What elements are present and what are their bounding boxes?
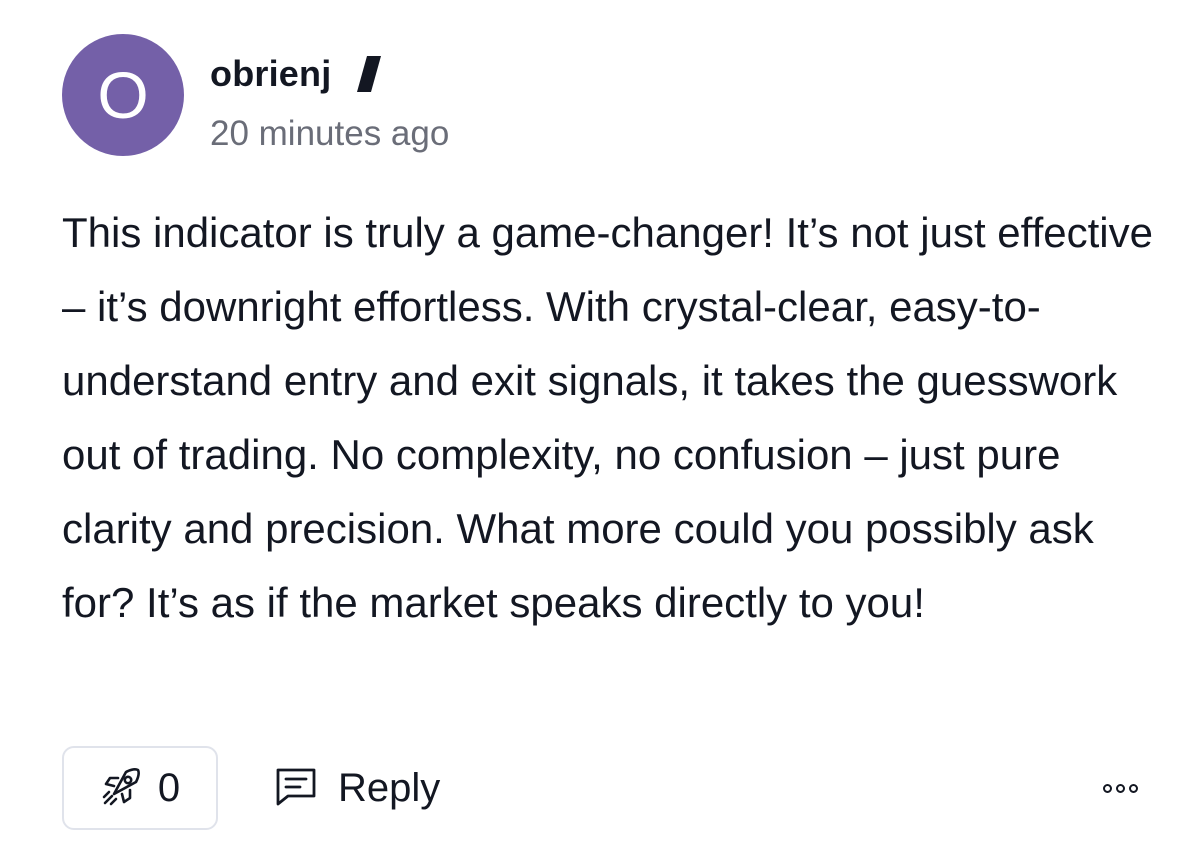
comment-actions: 0 Reply <box>62 746 1138 830</box>
rocket-icon <box>100 764 144 813</box>
more-dots-icon <box>1116 783 1125 793</box>
more-dots-icon <box>1103 783 1112 793</box>
avatar-letter: O <box>97 58 149 132</box>
reply-button[interactable]: Reply <box>272 764 440 813</box>
comment-body: This indicator is truly a game-changer! … <box>62 209 1153 626</box>
username-row: obrienj <box>210 52 449 96</box>
comment-meta: obrienj 20 minutes ago <box>210 34 449 154</box>
comment-header: O obrienj 20 minutes ago <box>62 34 449 156</box>
pencil-stroke-badge-icon <box>355 54 383 94</box>
username[interactable]: obrienj <box>210 53 331 95</box>
boost-count: 0 <box>157 765 181 810</box>
reply-label: Reply <box>338 765 441 810</box>
boost-button[interactable]: 0 <box>62 746 218 830</box>
more-options-button[interactable] <box>1103 776 1138 801</box>
avatar[interactable]: O <box>62 34 184 156</box>
more-dots-icon <box>1129 783 1138 793</box>
comment-card: O obrienj 20 minutes ago This indicator … <box>0 0 1200 866</box>
timestamp[interactable]: 20 minutes ago <box>210 114 449 154</box>
comment-icon <box>272 764 320 813</box>
